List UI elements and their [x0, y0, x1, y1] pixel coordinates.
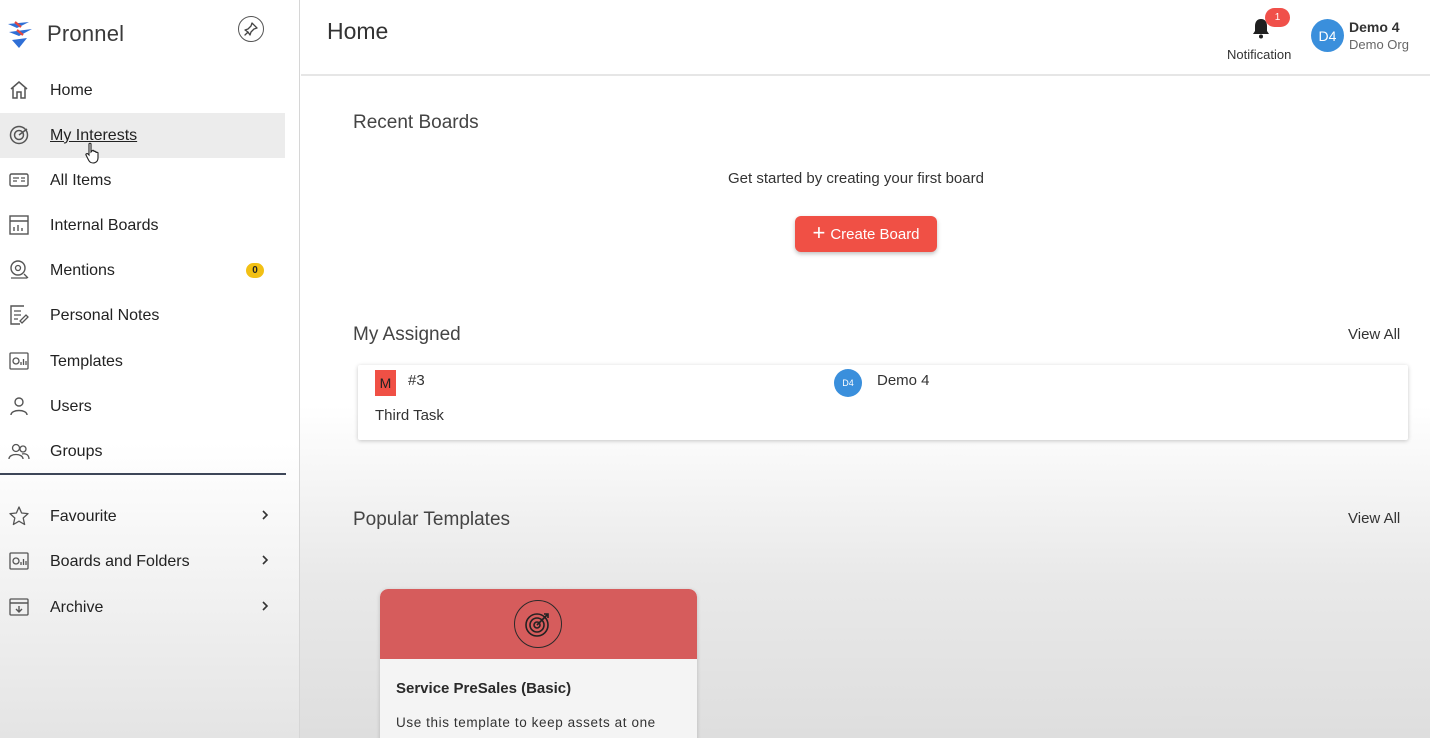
popular-templates-title: Popular Templates — [353, 509, 511, 530]
sidebar-item-mentions[interactable]: Mentions 0 — [0, 248, 285, 293]
sidebar-item-home[interactable]: Home — [0, 68, 285, 113]
user-name: Demo 4 — [1349, 19, 1400, 35]
list-card-icon — [9, 173, 29, 187]
assignee-name: Demo 4 — [877, 372, 930, 389]
folder-board-icon — [9, 552, 29, 570]
popular-templates-view-all-link[interactable]: View All — [1348, 510, 1400, 527]
sidebar: Pronnel Home My Interests All Items Inte… — [0, 0, 300, 738]
sidebar-item-internal-boards[interactable]: Internal Boards — [0, 203, 285, 248]
task-name: Third Task — [375, 407, 444, 424]
home-icon — [10, 81, 28, 99]
create-board-label: Create Board — [830, 225, 920, 243]
note-edit-icon — [10, 305, 29, 325]
notification-button[interactable]: 1 Notification — [1223, 8, 1303, 68]
sidebar-item-users[interactable]: Users — [0, 384, 285, 429]
avatar: D4 — [1311, 19, 1344, 52]
pin-icon — [244, 22, 258, 36]
sidebar-item-label: My Interests — [50, 126, 138, 144]
my-assigned-view-all-link[interactable]: View All — [1348, 326, 1400, 343]
sidebar-item-label: All Items — [50, 171, 112, 189]
sidebar-item-label: Internal Boards — [50, 216, 159, 234]
sidebar-item-label: Archive — [50, 598, 104, 616]
chevron-right-icon — [262, 601, 269, 611]
sidebar-item-my-interests[interactable]: My Interests — [0, 113, 285, 158]
pronnel-logo-icon — [8, 21, 32, 48]
board-chart-icon — [9, 215, 29, 235]
top-header: Home 1 Notification D4 Demo 4 Demo Org — [301, 0, 1430, 76]
star-icon — [9, 506, 29, 526]
sidebar-item-personal-notes[interactable]: Personal Notes — [0, 293, 285, 338]
task-number: #3 — [408, 372, 425, 389]
sidebar-item-groups[interactable]: Groups — [0, 429, 285, 474]
priority-badge: M — [375, 370, 396, 396]
app-name: Pronnel — [47, 21, 125, 46]
sidebar-item-boards-and-folders[interactable]: Boards and Folders — [0, 539, 285, 584]
archive-icon — [9, 598, 29, 616]
sidebar-item-templates[interactable]: Templates — [0, 339, 285, 384]
template-name: Service PreSales (Basic) — [396, 680, 572, 697]
create-board-button[interactable]: + Create Board — [795, 216, 937, 252]
user-org: Demo Org — [1349, 37, 1409, 52]
sidebar-item-favourite[interactable]: Favourite — [0, 494, 285, 539]
sidebar-divider — [0, 473, 286, 475]
sidebar-item-label: Favourite — [50, 507, 117, 525]
sidebar-item-label: Templates — [50, 352, 123, 370]
plus-icon: + — [812, 220, 826, 245]
sidebar-item-label: Home — [50, 81, 93, 99]
group-icon — [8, 443, 30, 460]
mentions-count-badge: 0 — [246, 263, 264, 278]
sidebar-item-label: Boards and Folders — [50, 552, 190, 570]
chevron-right-icon — [262, 555, 269, 565]
template-card-header — [380, 589, 697, 659]
target-icon — [514, 600, 562, 648]
recent-boards-title: Recent Boards — [353, 112, 479, 133]
assignee-avatar: D4 — [834, 369, 862, 397]
template-icon — [9, 352, 29, 370]
pin-sidebar-button[interactable] — [238, 16, 264, 42]
sidebar-item-label: Mentions — [50, 261, 115, 279]
sidebar-item-label: Groups — [50, 442, 103, 460]
sidebar-item-archive[interactable]: Archive — [0, 585, 285, 630]
user-icon — [10, 397, 28, 416]
brand[interactable]: Pronnel — [5, 16, 124, 52]
notification-label: Notification — [1227, 47, 1292, 62]
page-title: Home — [327, 18, 389, 44]
notification-count-badge: 1 — [1265, 8, 1290, 27]
sidebar-item-all-items[interactable]: All Items — [0, 158, 285, 203]
mention-icon — [10, 260, 29, 279]
radar-icon — [9, 125, 29, 145]
my-assigned-title: My Assigned — [353, 324, 461, 345]
sidebar-item-label: Personal Notes — [50, 306, 160, 324]
template-description: Use this template to keep assets at one — [396, 715, 656, 730]
assigned-task-card[interactable]: M #3 Third Task D4 Demo 4 — [358, 365, 1408, 440]
empty-boards-message: Get started by creating your first board — [728, 170, 984, 187]
sidebar-item-label: Users — [50, 397, 92, 415]
user-menu[interactable]: D4 Demo 4 Demo Org — [1311, 18, 1426, 58]
template-card[interactable]: Service PreSales (Basic) Use this templa… — [380, 589, 697, 738]
chevron-right-icon — [262, 510, 269, 520]
